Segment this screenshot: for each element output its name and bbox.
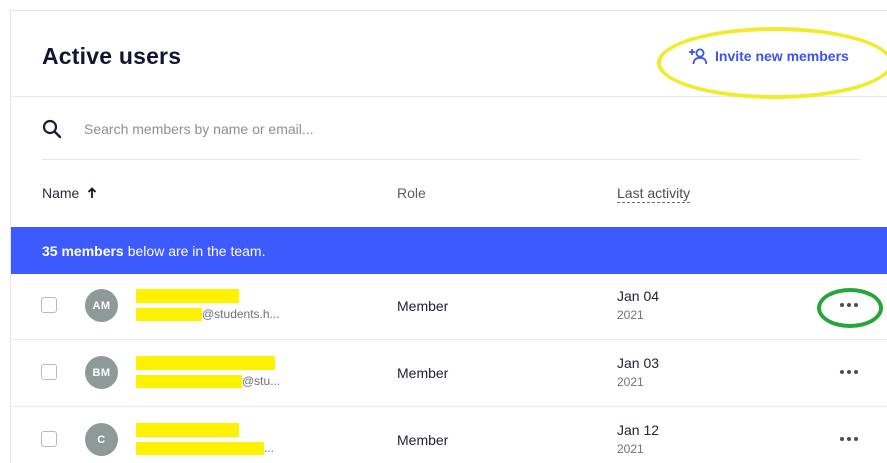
more-dot [854,370,858,374]
more-dot [854,303,858,307]
last-activity-year: 2021 [617,442,644,456]
more-dots-icon [840,370,844,374]
add-user-icon [689,48,707,65]
member-email: ... [136,440,274,456]
member-count-banner: 35 members below are in the team. [11,227,887,274]
more-options-button[interactable] [835,294,863,316]
row-select-checkbox[interactable] [41,364,57,380]
avatar: BM [85,356,118,389]
search-bar [42,98,860,160]
more-dots-icon [840,303,844,307]
more-dots-icon [840,437,844,441]
column-role-header: Role [397,185,426,201]
email-suffix: @stu... [242,374,281,388]
table-row: C ... Member Jan 12 2021 [11,408,887,463]
member-role[interactable]: Member [397,365,448,381]
more-options-button[interactable] [835,428,863,450]
table-row: BM @stu... Member Jan 03 2021 [11,341,887,407]
last-activity-date: Jan 04 [617,288,660,304]
more-dot [847,437,851,441]
column-name-header[interactable]: Name [42,185,97,201]
table-row: AM @students.h... Member Jan 04 2021 [11,274,887,340]
more-dot [847,303,851,307]
page-title: Active users [42,43,182,69]
avatar: AM [85,289,118,322]
redacted-email [136,374,242,388]
more-dot [847,370,851,374]
email-suffix: @students.h... [202,307,280,321]
table-header: Name Role Last activity [11,160,887,226]
row-select-checkbox[interactable] [41,431,57,447]
member-role[interactable]: Member [397,298,448,314]
more-dot [854,437,858,441]
redacted-name [136,289,239,303]
redacted-email [136,307,202,321]
member-count: 35 members [42,242,124,259]
more-options-button[interactable] [835,361,863,383]
row-select-checkbox[interactable] [41,297,57,313]
email-suffix: ... [264,441,275,455]
redacted-name [136,356,275,370]
search-input[interactable] [84,120,684,137]
member-count-suffix: below are in the team. [127,242,266,259]
invite-new-members-button[interactable]: Invite new members [687,45,849,67]
active-users-panel: Active users Invite new members Name Rol… [10,10,887,463]
column-last-activity-header[interactable]: Last activity [617,185,691,203]
redacted-name [136,423,239,437]
last-activity-year: 2021 [617,308,644,322]
last-activity-date: Jan 03 [617,355,660,371]
member-role[interactable]: Member [397,432,448,448]
member-email: @students.h... [136,306,280,322]
panel-header: Active users Invite new members [11,11,887,97]
invite-button-label: Invite new members [715,48,849,64]
last-activity-date: Jan 12 [617,422,660,438]
column-name-label: Name [42,185,80,201]
search-icon [42,119,62,138]
last-activity-year: 2021 [617,375,644,389]
sort-arrow-up-icon [88,187,97,198]
avatar: C [85,423,118,456]
member-email: @stu... [136,373,280,389]
redacted-email [136,441,264,455]
